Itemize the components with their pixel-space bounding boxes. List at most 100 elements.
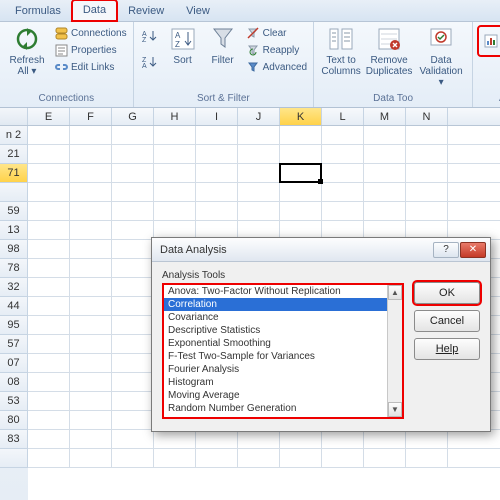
analysis-tool-item[interactable]: Anova: Two-Factor Without Replication bbox=[164, 285, 402, 298]
cell[interactable] bbox=[154, 202, 196, 220]
cell[interactable] bbox=[70, 164, 112, 182]
cell[interactable] bbox=[28, 335, 70, 353]
cell[interactable] bbox=[322, 202, 364, 220]
text-to-columns-button[interactable]: Text to Columns bbox=[320, 25, 362, 77]
cell[interactable] bbox=[154, 449, 196, 467]
cell[interactable] bbox=[70, 392, 112, 410]
column-header-E[interactable]: E bbox=[28, 108, 70, 125]
row-header[interactable]: 08 bbox=[0, 373, 28, 392]
cell[interactable] bbox=[112, 316, 154, 334]
cell[interactable] bbox=[364, 145, 406, 163]
column-header-H[interactable]: H bbox=[154, 108, 196, 125]
cell[interactable] bbox=[196, 430, 238, 448]
sort-asc-button[interactable]: AZ bbox=[140, 25, 160, 51]
cell[interactable] bbox=[70, 221, 112, 239]
cell[interactable] bbox=[70, 145, 112, 163]
clear-button[interactable]: Clear bbox=[246, 25, 307, 41]
dialog-help-icon[interactable]: ? bbox=[433, 242, 459, 258]
cell[interactable] bbox=[364, 202, 406, 220]
cell[interactable] bbox=[70, 126, 112, 144]
cell[interactable] bbox=[280, 126, 322, 144]
cell[interactable] bbox=[70, 297, 112, 315]
cell[interactable] bbox=[70, 278, 112, 296]
cell[interactable] bbox=[364, 449, 406, 467]
cell[interactable] bbox=[28, 430, 70, 448]
row-header[interactable]: 83 bbox=[0, 430, 28, 449]
cell[interactable] bbox=[70, 316, 112, 334]
cell[interactable] bbox=[406, 430, 448, 448]
cell[interactable] bbox=[238, 430, 280, 448]
cell[interactable] bbox=[112, 297, 154, 315]
cell[interactable] bbox=[364, 183, 406, 201]
listbox-scrollbar[interactable]: ▲ ▼ bbox=[387, 285, 402, 417]
cell[interactable] bbox=[322, 126, 364, 144]
cell[interactable] bbox=[70, 411, 112, 429]
cell[interactable] bbox=[70, 430, 112, 448]
cell[interactable] bbox=[280, 430, 322, 448]
cell[interactable] bbox=[112, 392, 154, 410]
cell[interactable] bbox=[28, 221, 70, 239]
column-header-F[interactable]: F bbox=[70, 108, 112, 125]
row-header[interactable]: 98 bbox=[0, 240, 28, 259]
sort-button[interactable]: AZ Sort bbox=[166, 25, 200, 66]
cell[interactable] bbox=[28, 373, 70, 391]
cell[interactable] bbox=[28, 354, 70, 372]
column-header-G[interactable]: G bbox=[112, 108, 154, 125]
properties-button[interactable]: Properties bbox=[54, 42, 127, 58]
analysis-tool-item[interactable]: F-Test Two-Sample for Variances bbox=[164, 350, 402, 363]
cell[interactable] bbox=[112, 411, 154, 429]
dialog-close-button[interactable]: ✕ bbox=[460, 242, 486, 258]
cell[interactable] bbox=[70, 335, 112, 353]
cell[interactable] bbox=[112, 354, 154, 372]
cell[interactable] bbox=[280, 449, 322, 467]
row-header[interactable]: 80 bbox=[0, 411, 28, 430]
row-header[interactable]: 53 bbox=[0, 392, 28, 411]
cell[interactable] bbox=[154, 126, 196, 144]
cell[interactable] bbox=[154, 164, 196, 182]
cell[interactable] bbox=[322, 145, 364, 163]
column-header-L[interactable]: L bbox=[322, 108, 364, 125]
cell[interactable] bbox=[322, 449, 364, 467]
analysis-tool-item[interactable]: Descriptive Statistics bbox=[164, 324, 402, 337]
row-header[interactable]: 71 bbox=[0, 164, 28, 183]
tab-view[interactable]: View bbox=[175, 1, 221, 21]
cell[interactable] bbox=[112, 183, 154, 201]
analysis-tool-item[interactable]: Exponential Smoothing bbox=[164, 337, 402, 350]
cell[interactable] bbox=[28, 202, 70, 220]
cell[interactable] bbox=[70, 202, 112, 220]
cell[interactable] bbox=[280, 145, 322, 163]
analysis-tools-listbox[interactable]: Anova: Two-Factor Without ReplicationCor… bbox=[162, 283, 404, 419]
cell[interactable] bbox=[364, 164, 406, 182]
cell[interactable] bbox=[196, 126, 238, 144]
cell[interactable] bbox=[28, 316, 70, 334]
cell[interactable] bbox=[406, 126, 448, 144]
cell[interactable] bbox=[28, 449, 70, 467]
cell[interactable] bbox=[406, 202, 448, 220]
cell[interactable] bbox=[364, 126, 406, 144]
column-header-N[interactable]: N bbox=[406, 108, 448, 125]
scroll-up-icon[interactable]: ▲ bbox=[388, 285, 402, 300]
sort-desc-button[interactable]: ZA bbox=[140, 51, 160, 77]
cell[interactable] bbox=[28, 240, 70, 258]
ok-button[interactable]: OK bbox=[414, 282, 480, 304]
cell[interactable] bbox=[28, 183, 70, 201]
cell[interactable] bbox=[28, 411, 70, 429]
edit-links-button[interactable]: Edit Links bbox=[54, 59, 127, 75]
dialog-titlebar[interactable]: Data Analysis ? ✕ bbox=[152, 238, 490, 262]
cell[interactable] bbox=[112, 202, 154, 220]
cell[interactable] bbox=[70, 240, 112, 258]
analysis-tool-item[interactable]: Covariance bbox=[164, 311, 402, 324]
analysis-tool-item[interactable]: Random Number Generation bbox=[164, 402, 402, 415]
row-header[interactable]: 59 bbox=[0, 202, 28, 221]
cell[interactable] bbox=[112, 449, 154, 467]
tab-formulas[interactable]: Formulas bbox=[4, 1, 72, 21]
advanced-button[interactable]: Advanced bbox=[246, 59, 307, 75]
data-validation-button[interactable]: Data Validation ▾ bbox=[416, 25, 466, 88]
cell[interactable] bbox=[280, 202, 322, 220]
cell[interactable] bbox=[112, 145, 154, 163]
cell[interactable] bbox=[112, 126, 154, 144]
cell[interactable] bbox=[238, 145, 280, 163]
column-header-I[interactable]: I bbox=[196, 108, 238, 125]
row-header[interactable]: n 2 bbox=[0, 126, 28, 145]
cell[interactable] bbox=[28, 392, 70, 410]
